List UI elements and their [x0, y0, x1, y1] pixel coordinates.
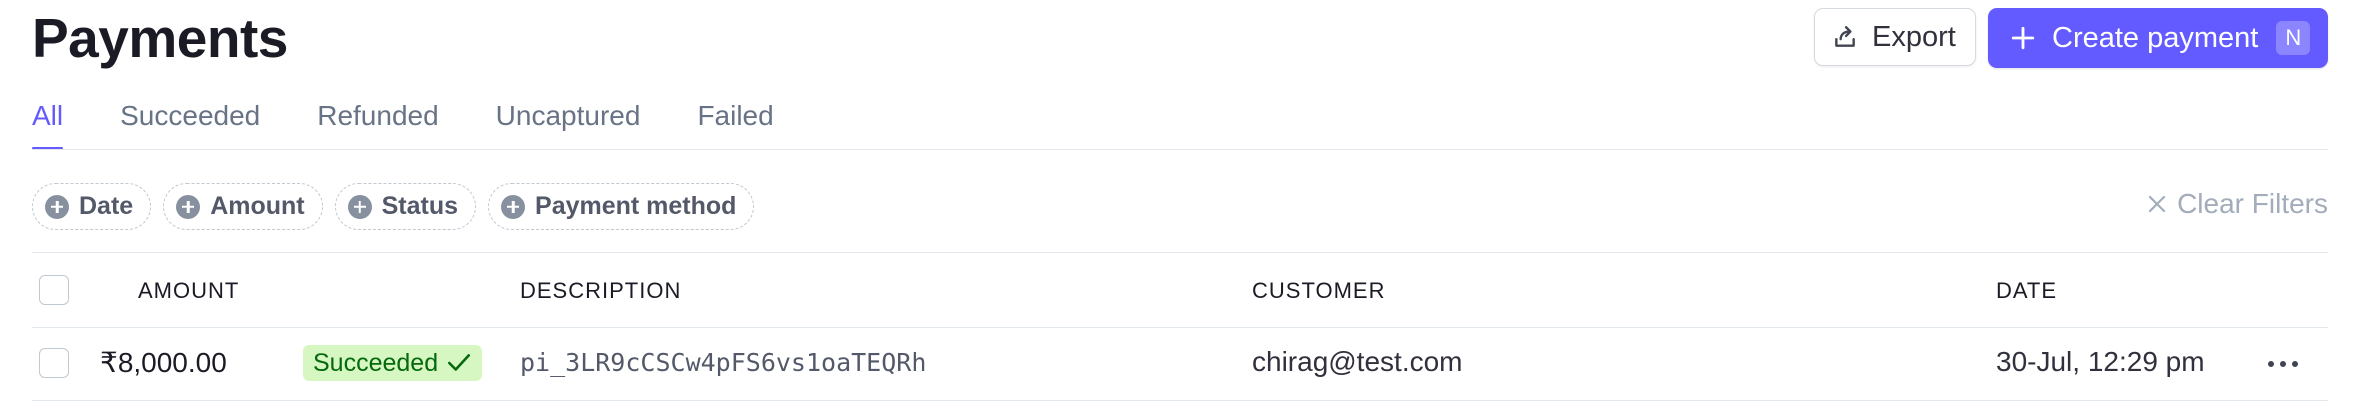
- filter-chip-status[interactable]: Status: [334, 183, 477, 230]
- column-header-description[interactable]: DESCRIPTION: [520, 278, 681, 304]
- tab-all[interactable]: All: [32, 96, 64, 150]
- row-checkbox[interactable]: [39, 348, 69, 378]
- filter-chip-label: Status: [381, 192, 459, 220]
- export-icon: [1835, 26, 1855, 47]
- row-customer[interactable]: chirag@test.com: [1252, 346, 1463, 378]
- column-header-amount[interactable]: AMOUNT: [138, 278, 239, 304]
- filter-chip-payment-method[interactable]: Payment method: [488, 183, 755, 230]
- clear-filters-label: Clear Filters: [2177, 188, 2328, 219]
- check-icon: [448, 354, 471, 371]
- create-payment-label: Create payment: [2052, 21, 2259, 54]
- filter-chip-label: Amount: [210, 192, 305, 220]
- row-divider: [32, 400, 2328, 401]
- tab-uncaptured[interactable]: Uncaptured: [496, 96, 641, 150]
- row-date: 30-Jul, 12:29 pm: [1996, 346, 2205, 377]
- column-header-date[interactable]: DATE: [1996, 278, 2057, 304]
- tab-bar: All Succeeded Refunded Uncaptured Failed: [32, 96, 831, 150]
- row-amount: ₹8,000.00: [100, 347, 227, 378]
- page-title: Payments: [32, 7, 288, 69]
- more-horizontal-icon[interactable]: [2268, 352, 2298, 376]
- row-description: pi_3LR9cCSCw4pFS6vs1oaTEQRh: [520, 348, 927, 377]
- close-icon: [2148, 195, 2166, 213]
- create-payment-button[interactable]: Create payment N: [1988, 8, 2328, 68]
- export-label: Export: [1872, 20, 1956, 53]
- filter-chip-label: Payment method: [535, 192, 737, 220]
- select-all-checkbox[interactable]: [39, 275, 69, 305]
- filter-chip-label: Date: [79, 192, 134, 220]
- plus-icon: [2011, 26, 2035, 50]
- tab-succeeded[interactable]: Succeeded: [120, 96, 260, 150]
- tabs-divider: [32, 149, 2328, 150]
- filter-chip-amount[interactable]: Amount: [163, 183, 323, 230]
- plus-circle-icon: [45, 194, 69, 219]
- tab-failed[interactable]: Failed: [697, 96, 773, 150]
- status-badge-label: Succeeded: [313, 348, 439, 377]
- filter-bar: Date Amount Status Payment method: [32, 183, 766, 230]
- keyboard-shortcut-badge: N: [2276, 21, 2311, 55]
- filter-chip-date[interactable]: Date: [32, 183, 152, 230]
- status-badge: Succeeded: [303, 345, 483, 381]
- plus-circle-icon: [176, 194, 201, 219]
- export-button[interactable]: Export: [1814, 8, 1976, 66]
- tab-refunded[interactable]: Refunded: [317, 96, 438, 150]
- header-divider: [32, 327, 2328, 328]
- column-header-customer[interactable]: CUSTOMER: [1252, 278, 1386, 304]
- clear-filters-button[interactable]: Clear Filters: [2145, 188, 2328, 220]
- plus-circle-icon: [347, 194, 372, 219]
- filters-divider: [32, 252, 2328, 253]
- plus-circle-icon: [501, 194, 526, 219]
